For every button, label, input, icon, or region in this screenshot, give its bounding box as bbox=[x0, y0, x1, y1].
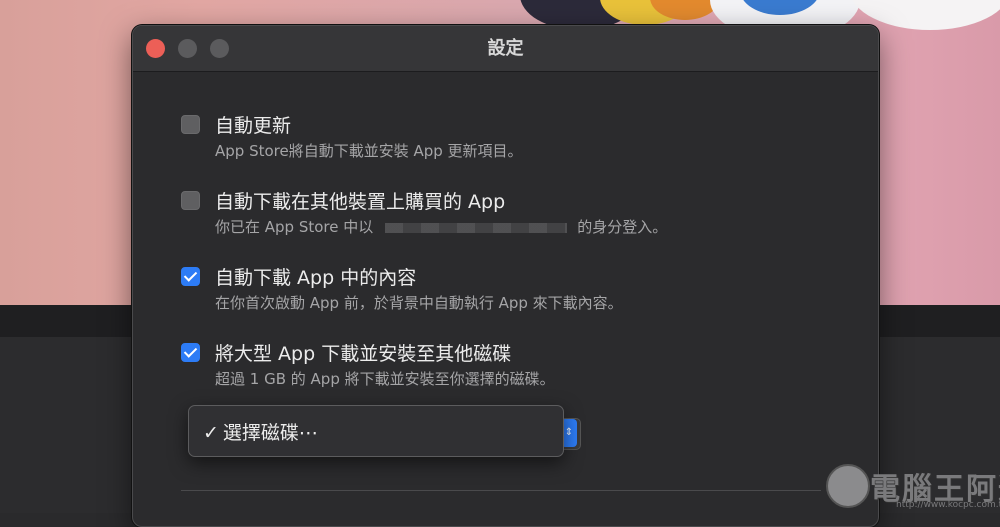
auto-download-content-description: 在你首次啟動 App 前，於背景中自動執行 App 來下載內容。 bbox=[215, 294, 623, 312]
auto-update-description: App Store將自動下載並安裝 App 更新項目。 bbox=[215, 142, 523, 160]
auto-download-purchases-checkbox[interactable] bbox=[181, 191, 200, 210]
menu-item-choose-disk[interactable]: ✓ 選擇磁碟⋯ bbox=[203, 418, 318, 445]
install-other-disk-description: 超過 1 GB 的 App 將下載並安裝至你選擇的磁碟。 bbox=[215, 370, 555, 388]
divider bbox=[181, 490, 821, 491]
watermark-url: http://www.kocpc.com.tw bbox=[896, 500, 1000, 510]
signed-in-suffix: 的身分登入。 bbox=[577, 218, 668, 236]
auto-update-label[interactable]: 自動更新 bbox=[215, 111, 291, 138]
signed-in-prefix: 你已在 App Store 中以 bbox=[215, 218, 374, 236]
mascot-face-icon bbox=[826, 464, 870, 508]
auto-download-content-label[interactable]: 自動下載 App 中的內容 bbox=[215, 263, 416, 290]
install-other-disk-label[interactable]: 將大型 App 下載並安裝至其他磁碟 bbox=[215, 339, 511, 366]
checkmark-icon: ✓ bbox=[203, 422, 219, 444]
auto-download-purchases-label[interactable]: 自動下載在其他裝置上購買的 App bbox=[215, 187, 505, 214]
auto-download-purchases-description: 你已在 App Store 中以 的身分登入。 bbox=[215, 216, 667, 237]
title-bar[interactable]: 設定 bbox=[133, 26, 878, 72]
window-title: 設定 bbox=[487, 38, 524, 59]
disk-menu: ✓ 選擇磁碟⋯ bbox=[188, 405, 564, 457]
watermark-logo: 電腦王阿達 http://www.kocpc.com.tw bbox=[826, 462, 1000, 510]
settings-window: 設定 自動更新 App Store將自動下載並安裝 App 更新項目。 自動下載… bbox=[132, 25, 879, 527]
auto-update-checkbox[interactable] bbox=[181, 115, 200, 134]
choose-disk-label: 選擇磁碟⋯ bbox=[222, 422, 318, 444]
redacted-account bbox=[385, 222, 568, 233]
install-other-disk-checkbox[interactable] bbox=[181, 343, 200, 362]
auto-download-content-checkbox[interactable] bbox=[181, 267, 200, 286]
